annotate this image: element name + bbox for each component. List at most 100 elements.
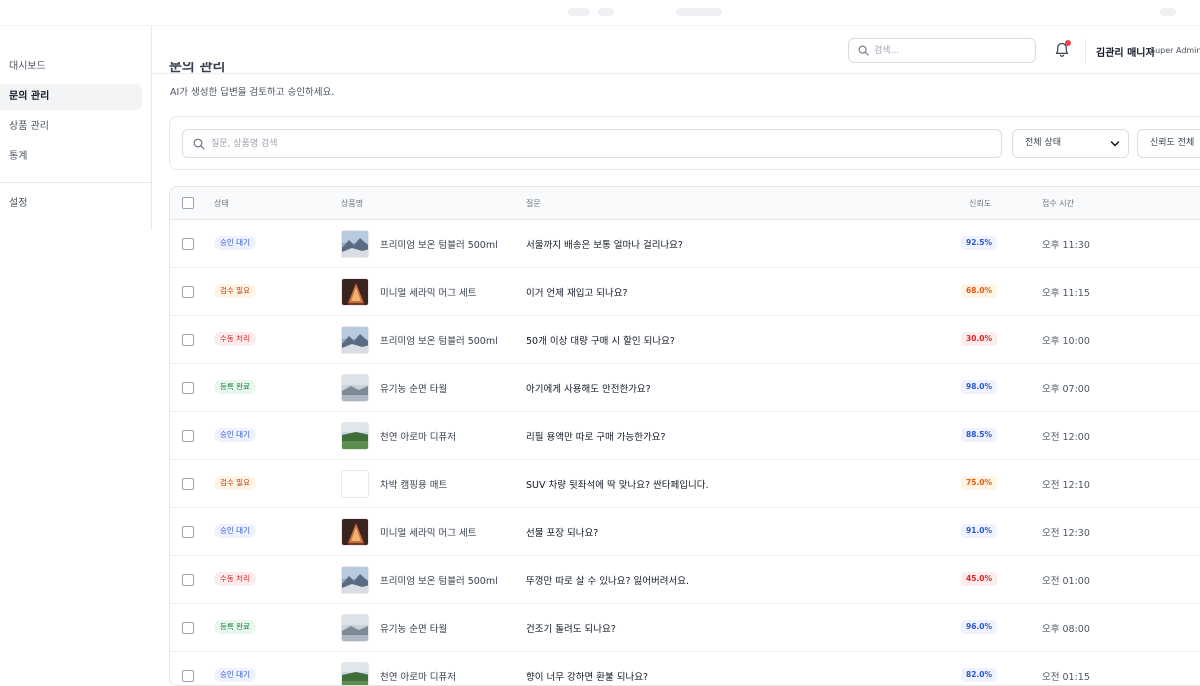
status-badge: 등록 완료 [214, 620, 256, 634]
inquiry-search-input[interactable] [211, 135, 991, 153]
row-checkbox[interactable] [182, 382, 194, 394]
confidence-badge: 68.0% [961, 284, 998, 298]
status-badge: 수동 처리 [214, 572, 256, 586]
select-all-checkbox[interactable] [182, 197, 194, 209]
question-text[interactable]: 리필 용액만 따로 구매 가능한가요? [526, 429, 665, 443]
placeholder-thumbnail-icon [342, 471, 368, 497]
status-badge: 승인 대기 [214, 236, 256, 250]
column-received-time[interactable]: 접수 시간 [1042, 198, 1074, 209]
received-time: 오전 01:15 [1042, 672, 1090, 683]
global-search-input[interactable] [874, 42, 1029, 59]
product-thumbnail [341, 230, 369, 258]
table-row[interactable]: 승인 대기 미니멀 세라믹 머그 세트 선물 포장 되나요? 91.0% 오전 12:3… [170, 508, 1200, 556]
product-name: 천연 아로마 디퓨저 [380, 672, 456, 683]
sidebar-divider [0, 182, 152, 183]
confidence-badge: 30.0% [961, 332, 998, 346]
sidebar-item-dashboard[interactable]: 대시보드 [0, 54, 142, 80]
product-name: 프리미엄 보온 텀블러 500ml [380, 240, 498, 251]
status-badge: 승인 대기 [214, 428, 256, 442]
sidebar-item-statistics[interactable]: 통계 [0, 144, 142, 170]
confidence-badge: 75.0% [961, 476, 998, 490]
table-row[interactable]: 등록 완료 유기농 순면 타월 건조기 돌려도 되나요? 96.0% 오후 08:00 [170, 604, 1200, 652]
status-badge: 검수 필요 [214, 284, 256, 298]
table-row[interactable]: 승인 대기 프리미엄 보온 텀블러 500ml 서울까지 배송은 보통 얼마나 걸리… [170, 220, 1200, 268]
notification-dot [1065, 40, 1071, 46]
row-checkbox[interactable] [182, 334, 194, 346]
question-text[interactable]: 건조기 돌려도 되나요? [526, 621, 616, 635]
table-row[interactable]: 검수 필요 차박 캠핑용 매트 SUV 차량 뒷좌석에 딱 맞나요? 싼타페입니다.… [170, 460, 1200, 508]
product-name: 유기농 순면 타월 [380, 624, 448, 635]
global-search[interactable] [848, 38, 1036, 63]
status-badge: 승인 대기 [214, 668, 256, 682]
row-checkbox[interactable] [182, 286, 194, 298]
column-status[interactable]: 상태 [214, 198, 229, 209]
status-badge: 승인 대기 [214, 524, 256, 538]
confidence-badge: 88.5% [961, 428, 998, 442]
confidence-badge: 45.0% [961, 572, 998, 586]
filter-bar: 전체 상태 신뢰도 전체 [169, 116, 1200, 170]
received-time: 오후 11:30 [1042, 240, 1090, 251]
row-checkbox[interactable] [182, 622, 194, 634]
lamp-thumbnail-icon [342, 279, 368, 305]
received-time: 오후 11:15 [1042, 288, 1090, 299]
received-time: 오전 12:30 [1042, 528, 1090, 539]
page-title-wrap: 문의 관리 [169, 62, 229, 74]
confidence-filter-value: 신뢰도 전체 [1150, 138, 1195, 148]
received-time: 오전 01:00 [1042, 576, 1090, 587]
product-thumbnail [341, 662, 369, 685]
question-text[interactable]: 서울까지 배송은 보통 얼마나 걸리나요? [526, 237, 683, 251]
table-header: 상태 상품명 질문 신뢰도 접수 시간 [170, 187, 1200, 220]
table-row[interactable]: 등록 완료 유기농 순면 타월 아기에게 사용해도 안전한가요? 98.0% 오후 07… [170, 364, 1200, 412]
product-name: 프리미엄 보온 텀블러 500ml [380, 336, 498, 347]
question-text[interactable]: 50개 이상 대량 구매 시 할인 되나요? [526, 333, 675, 347]
row-checkbox[interactable] [182, 574, 194, 586]
confidence-badge: 91.0% [961, 524, 998, 538]
product-thumbnail [341, 470, 369, 498]
column-product[interactable]: 상품명 [341, 198, 363, 209]
top-header: 김관리 매니저 Super Admin [152, 26, 1200, 74]
chevron-down-icon [1110, 141, 1120, 147]
confidence-filter-select[interactable]: 신뢰도 전체 [1137, 129, 1200, 158]
received-time: 오전 12:00 [1042, 432, 1090, 443]
question-text[interactable]: 아기에게 사용해도 안전한가요? [526, 381, 651, 395]
table-row[interactable]: 수동 처리 프리미엄 보온 텀블러 500ml 50개 이상 대량 구매 시 할인 … [170, 316, 1200, 364]
mountain-thumbnail-icon [342, 231, 368, 257]
sidebar-item-products[interactable]: 상품 관리 [0, 114, 142, 140]
question-text[interactable]: 향이 너무 강하면 환불 되나요? [526, 669, 648, 683]
top-strip-ghost [676, 8, 722, 16]
row-checkbox[interactable] [182, 526, 194, 538]
table-row[interactable]: 검수 필요 미니멀 세라믹 머그 세트 이거 언제 재입고 되나요? 68.0% 오후 … [170, 268, 1200, 316]
table-row[interactable]: 수동 처리 프리미엄 보온 텀블러 500ml 뚜껑만 따로 살 수 있나요? 잃어… [170, 556, 1200, 604]
user-name[interactable]: 김관리 매니저 [1096, 44, 1155, 59]
inquiry-search[interactable] [182, 129, 1002, 158]
top-strip-ghost [598, 8, 614, 16]
confidence-badge: 98.0% [961, 380, 998, 394]
column-question[interactable]: 질문 [526, 198, 541, 209]
product-thumbnail [341, 374, 369, 402]
search-icon [193, 138, 205, 150]
row-checkbox[interactable] [182, 430, 194, 442]
question-text[interactable]: SUV 차량 뒷좌석에 딱 맞나요? 싼타페입니다. [526, 477, 708, 491]
question-text[interactable]: 선물 포장 되나요? [526, 525, 598, 539]
product-thumbnail [341, 566, 369, 594]
row-checkbox[interactable] [182, 238, 194, 250]
status-filter-select[interactable]: 전체 상태 [1012, 129, 1129, 158]
table-row[interactable]: 승인 대기 천연 아로마 디퓨저 향이 너무 강하면 환불 되나요? 82.0% 오전 … [170, 652, 1200, 685]
table-row[interactable]: 승인 대기 천연 아로마 디퓨저 리필 용액만 따로 구매 가능한가요? 88.5% 오… [170, 412, 1200, 460]
status-badge: 수동 처리 [214, 332, 256, 346]
question-text[interactable]: 뚜껑만 따로 살 수 있나요? 잃어버려서요. [526, 573, 689, 587]
product-thumbnail [341, 518, 369, 546]
received-time: 오전 12:10 [1042, 480, 1090, 491]
top-strip-ghost [1160, 8, 1176, 16]
row-checkbox[interactable] [182, 478, 194, 490]
column-confidence[interactable]: 신뢰도 [969, 198, 991, 209]
product-name: 미니멀 세라믹 머그 세트 [380, 528, 477, 539]
mountain-thumbnail-icon [342, 327, 368, 353]
sidebar-item-inquiries[interactable]: 문의 관리 [0, 84, 142, 110]
question-text[interactable]: 이거 언제 재입고 되나요? [526, 285, 628, 299]
product-name: 유기농 순면 타월 [380, 384, 448, 395]
sidebar-item-settings[interactable]: 설정 [0, 191, 142, 217]
product-name: 프리미엄 보온 텀블러 500ml [380, 576, 498, 587]
row-checkbox[interactable] [182, 670, 194, 682]
product-name: 미니멀 세라믹 머그 세트 [380, 288, 477, 299]
